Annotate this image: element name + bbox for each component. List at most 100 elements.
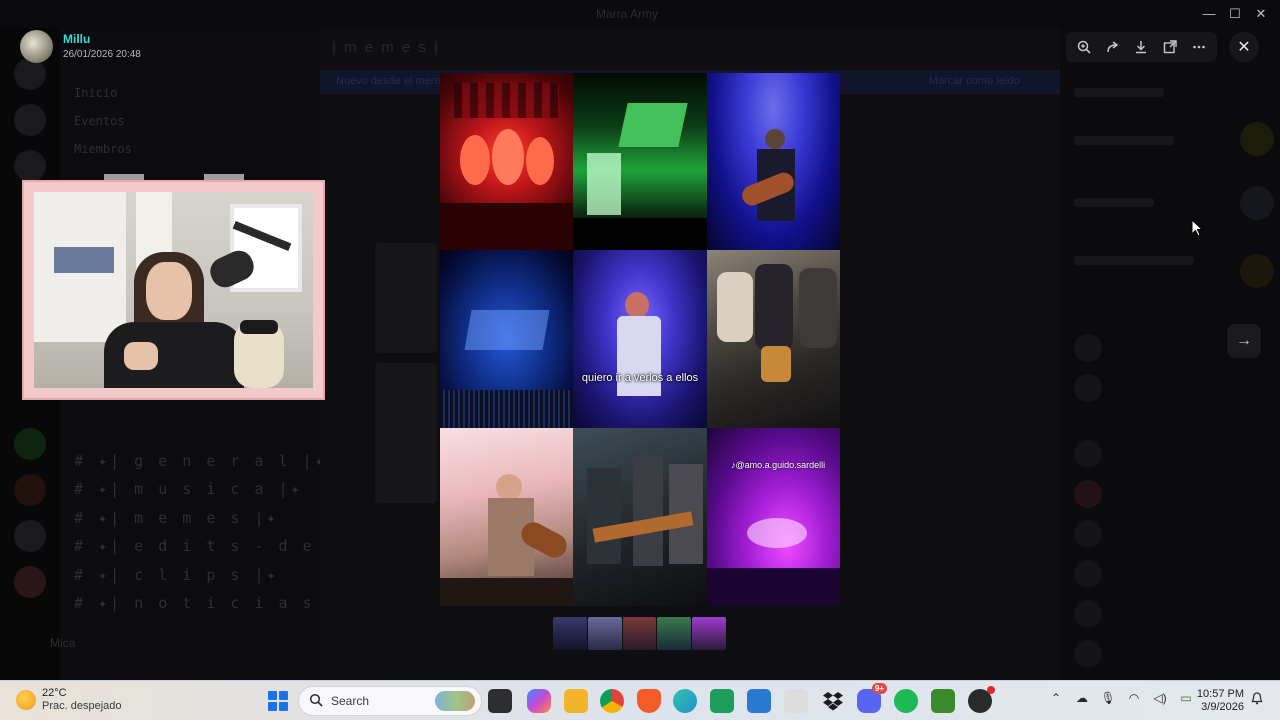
chevron-up-icon[interactable]: ⌃ <box>1048 691 1064 705</box>
window-close-button[interactable]: ✕ <box>1248 5 1274 23</box>
member-avatar[interactable] <box>1074 600 1102 628</box>
window-titlebar: Marra Army <box>0 0 1280 28</box>
maximize-button[interactable]: ☐ <box>1222 5 1248 23</box>
server-icon[interactable] <box>14 104 46 136</box>
minimize-button[interactable]: — <box>1196 5 1222 23</box>
sidebar-item-miembros[interactable]: Miembros <box>74 142 132 156</box>
taskbar: 22°C Prac. despejado Search 9+ ⌃ ☁ 🎙 ◠ ◁… <box>0 680 1280 720</box>
server-icon[interactable] <box>14 150 46 182</box>
server-icon[interactable] <box>14 474 46 506</box>
message-image <box>375 363 437 503</box>
thumbnail-strip <box>553 617 726 650</box>
file-explorer-icon[interactable] <box>564 689 588 713</box>
minecraft-icon[interactable] <box>931 689 955 713</box>
system-tray: ⌃ ☁ 🎙 ◠ ◁) ▭ <box>1048 691 1194 705</box>
thumbnail-selected[interactable] <box>692 617 726 650</box>
clock[interactable]: 10:57 PM 3/9/2026 <box>1196 688 1244 714</box>
member-avatar[interactable] <box>1074 520 1102 548</box>
current-user-name: Mica <box>50 636 76 650</box>
uploader-info: Millu 26/01/2026 20:48 <box>20 30 141 63</box>
more-icon[interactable] <box>1186 35 1212 59</box>
mark-as-read-link[interactable]: Marcar como leído <box>929 75 1020 87</box>
sidebar-item-inicio[interactable]: Inicio <box>74 86 117 100</box>
channel-memes[interactable]: # ✦| m e m e s |✦ <box>74 509 279 527</box>
member-avatar[interactable] <box>1074 480 1102 508</box>
collage-image[interactable]: quiero ir a verlos a ellos ♪@amo.a.guido… <box>440 73 840 606</box>
channel-musica[interactable]: # ✦| m u s i c a |✦ <box>74 480 303 498</box>
task-view-icon[interactable] <box>488 689 512 713</box>
close-viewer-button[interactable]: ✕ <box>1229 32 1259 62</box>
dropbox-icon[interactable] <box>821 689 845 713</box>
spotify-icon[interactable] <box>894 689 918 713</box>
message-image <box>375 243 437 353</box>
server-icon[interactable] <box>14 428 46 460</box>
channel-clips[interactable]: # ✦| c l i p s |✦ <box>74 566 279 584</box>
forward-icon[interactable] <box>1100 35 1126 59</box>
recording-indicator <box>987 686 995 694</box>
copilot-icon[interactable] <box>527 689 551 713</box>
member-list-line <box>1074 88 1164 97</box>
thumbnail[interactable] <box>657 617 692 650</box>
search-highlight-image <box>435 691 475 711</box>
current-channel-name: | m e m e s | <box>332 39 440 56</box>
activity-logo <box>1240 122 1274 156</box>
collage-tile-pink-guitarist <box>440 428 573 606</box>
member-list-line <box>1074 136 1174 145</box>
weather-widget[interactable]: 22°C Prac. despejado <box>16 687 122 713</box>
zoom-in-icon[interactable] <box>1071 35 1097 59</box>
microsoft-store-icon[interactable] <box>747 689 771 713</box>
volume-icon[interactable]: ◁) <box>1152 691 1168 705</box>
collage-tile-bassists <box>573 428 707 606</box>
viewer-toolbar <box>1066 32 1217 62</box>
member-avatar[interactable] <box>1074 560 1102 588</box>
download-icon[interactable] <box>1128 35 1154 59</box>
green-app-icon[interactable] <box>710 689 734 713</box>
tiktok-watermark: ♪@amo.a.guido.sardelli <box>731 460 826 470</box>
onedrive-icon[interactable]: ☁ <box>1074 691 1090 705</box>
server-icon[interactable] <box>14 520 46 552</box>
tile-caption: quiero ir a verlos a ellos <box>581 372 699 384</box>
collage-tile-purple-stage: ♪@amo.a.guido.sardelli <box>707 428 840 606</box>
upload-timestamp: 26/01/2026 20:48 <box>63 48 141 60</box>
weather-description: Prac. despejado <box>42 700 122 712</box>
sidebar-item-eventos[interactable]: Eventos <box>74 114 125 128</box>
notification-bell-icon[interactable] <box>1251 692 1263 708</box>
collage-tile-stadium <box>440 250 573 428</box>
uploader-avatar[interactable] <box>20 30 53 63</box>
thumbnail[interactable] <box>553 617 587 650</box>
chat-header: | m e m e s | <box>320 28 1060 66</box>
wifi-icon[interactable]: ◠ <box>1126 691 1142 705</box>
uploader-name[interactable]: Millu <box>63 31 141 47</box>
battery-icon[interactable]: ▭ <box>1178 691 1194 705</box>
amazon-icon[interactable] <box>784 689 808 713</box>
clock-time: 10:57 PM <box>1196 688 1244 700</box>
screen: Marra Army Inicio Eventos Miembros # ✦| … <box>0 0 1280 720</box>
start-button[interactable] <box>268 691 288 711</box>
chrome-icon[interactable] <box>600 689 624 713</box>
webcam-overlay <box>22 174 325 400</box>
server-icon[interactable] <box>14 566 46 598</box>
activity-logo <box>1240 254 1274 288</box>
thumbnail[interactable] <box>622 617 657 650</box>
mouse-cursor-icon <box>1191 219 1203 237</box>
brave-icon[interactable] <box>637 689 661 713</box>
member-avatar[interactable] <box>1074 374 1102 402</box>
member-avatar[interactable] <box>1074 440 1102 468</box>
window-controls: — ☐ ✕ <box>1196 5 1274 23</box>
taskbar-search[interactable]: Search <box>298 686 482 716</box>
member-avatar[interactable] <box>1074 334 1102 362</box>
clock-date: 3/9/2026 <box>1201 701 1244 713</box>
discord-icon[interactable]: 9+ <box>857 683 887 713</box>
member-avatar[interactable] <box>1074 640 1102 668</box>
discord-badge: 9+ <box>871 683 887 694</box>
open-external-icon[interactable] <box>1157 35 1183 59</box>
search-icon <box>309 693 323 710</box>
thumbnail[interactable] <box>587 617 622 650</box>
obs-icon[interactable] <box>968 686 995 713</box>
edge-icon[interactable] <box>673 689 697 713</box>
channel-general[interactable]: # ✦| g e n e r a l |✦ <box>74 452 327 470</box>
collage-tile-singer: quiero ir a verlos a ellos <box>573 250 707 428</box>
microphone-icon[interactable]: 🎙 <box>1100 691 1116 705</box>
next-image-button[interactable]: → <box>1227 324 1261 358</box>
webcam-feed <box>34 192 313 388</box>
